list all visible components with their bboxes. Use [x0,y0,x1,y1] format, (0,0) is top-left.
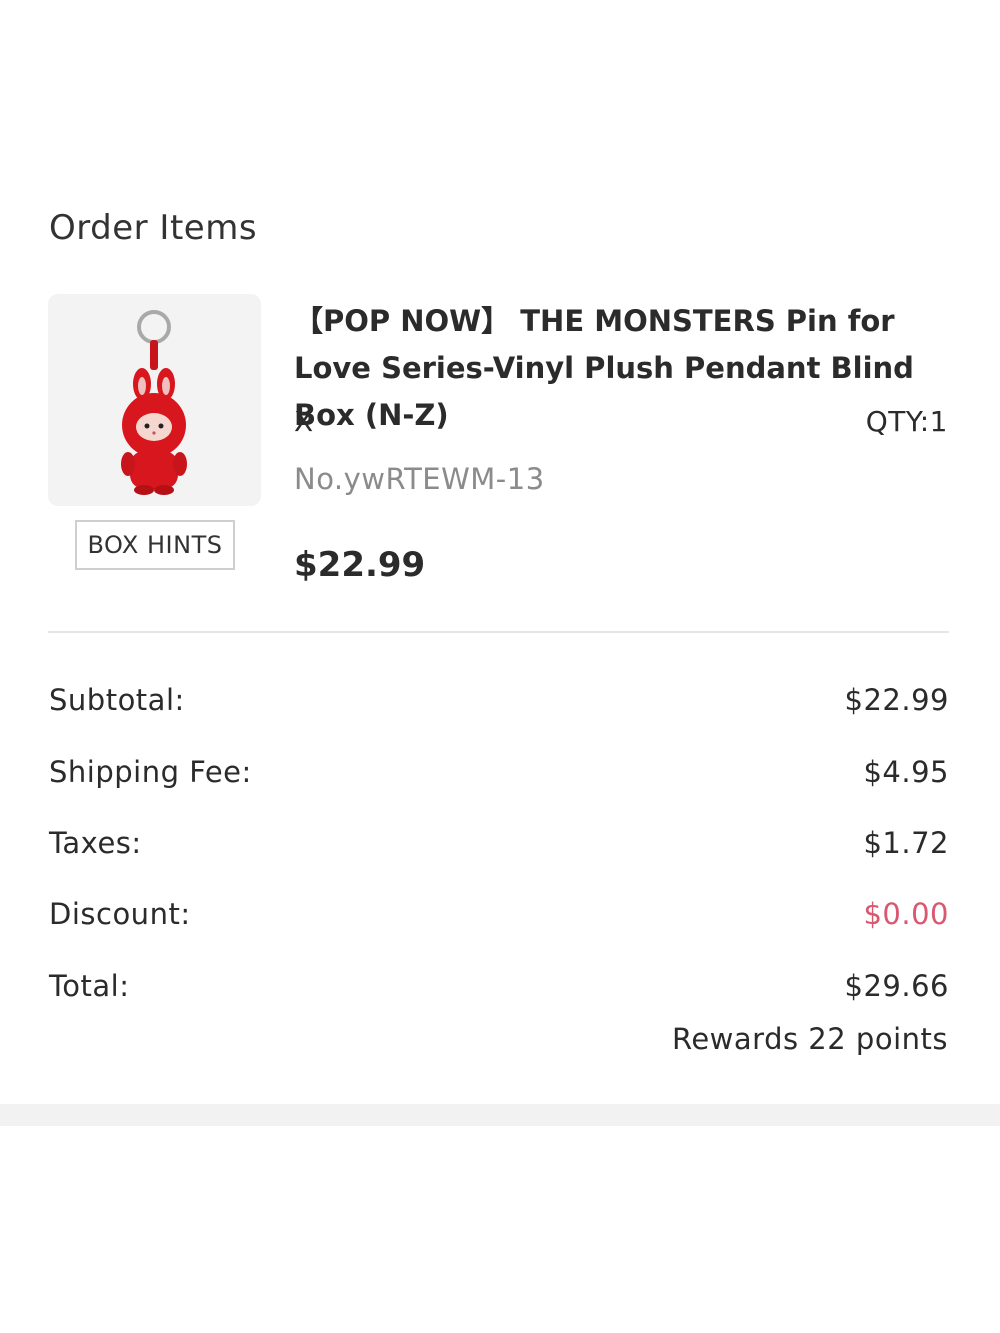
summary-row-taxes: Taxes: $1.72 [49,823,949,863]
summary-value: $1.72 [863,826,949,860]
divider [48,631,949,633]
red-plush-keychain-icon [121,310,187,495]
summary-label: Total: [49,969,130,1003]
product-sku: No.ywRTEWM-13 [294,462,545,496]
summary-row-subtotal: Subtotal: $22.99 [49,680,949,720]
summary-row-discount: Discount: $0.00 [49,894,949,934]
summary-value-discount: $0.00 [863,897,949,931]
box-hints-button[interactable]: BOX HINTS [75,520,235,570]
product-quantity: QTY:1 [865,405,948,438]
order-items-title: Order Items [49,208,258,248]
summary-value: $4.95 [863,755,949,789]
product-image[interactable] [48,294,261,506]
product-title[interactable]: 【POP NOW】 THE MONSTERS Pin for Love Seri… [294,298,954,439]
product-variant: X [294,405,314,438]
summary-value: $29.66 [844,969,949,1003]
summary-label: Shipping Fee: [49,755,252,789]
section-separator [0,1104,1000,1126]
summary-row-shipping: Shipping Fee: $4.95 [49,752,949,792]
summary-label: Taxes: [49,826,142,860]
summary-row-total: Total: $29.66 [49,966,949,1006]
summary-value: $22.99 [844,683,949,717]
rewards-points: Rewards 22 points [671,1022,948,1056]
summary-label: Subtotal: [49,683,185,717]
summary-label: Discount: [49,897,191,931]
product-price: $22.99 [294,545,426,585]
